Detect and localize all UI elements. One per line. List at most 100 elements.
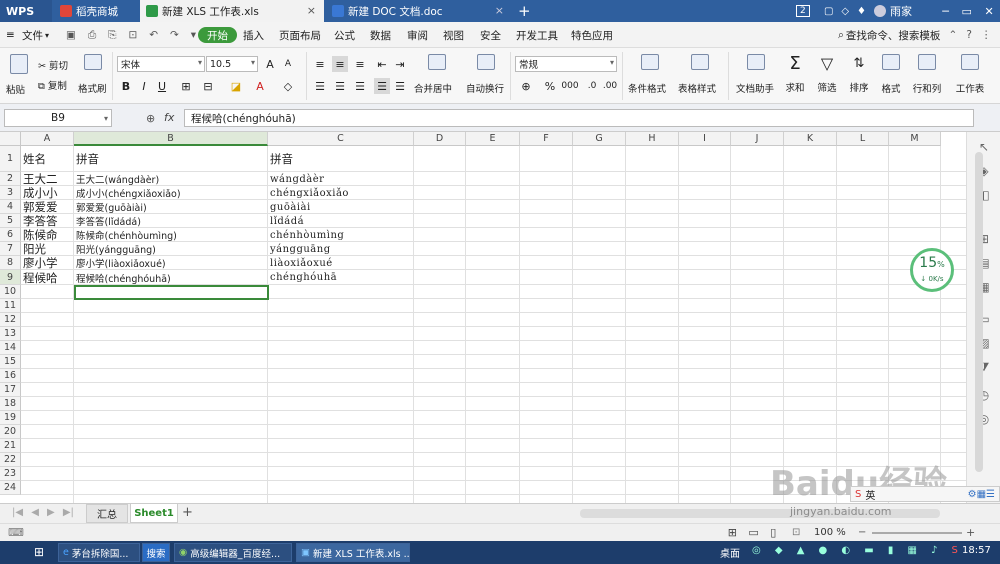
increase-font-icon[interactable]: A <box>262 56 278 72</box>
taskbar-browser[interactable]: e 茅台拆除国... <box>58 543 140 562</box>
tray-icon[interactable]: ▮ <box>888 545 894 556</box>
column-header-a[interactable]: A <box>21 132 74 146</box>
cut-button[interactable]: ✂ 剪切 <box>38 58 68 72</box>
desktop-toolbar[interactable]: 桌面 <box>720 545 740 560</box>
close-tab-icon[interactable]: × <box>495 4 504 17</box>
normal-view-icon[interactable]: ⊞ <box>728 526 737 539</box>
more-icon[interactable]: ⋮ <box>981 29 992 41</box>
row-header-4[interactable]: 4 <box>0 200 21 214</box>
tab-data[interactable]: 数据 <box>370 22 391 48</box>
row-header-5[interactable]: 5 <box>0 214 21 228</box>
clear-format-icon[interactable]: ◇ <box>280 78 296 94</box>
gift-icon[interactable]: ◇ <box>841 6 849 17</box>
thousands-icon[interactable]: 000 <box>561 78 578 94</box>
tab-xls-workbook[interactable]: 新建 XLS 工作表.xls × <box>140 0 324 22</box>
tray-icon[interactable]: S <box>952 545 958 556</box>
cell-c4[interactable]: guōàiài <box>270 200 311 214</box>
row-header-11[interactable]: 11 <box>0 299 21 313</box>
select-all-corner[interactable] <box>0 132 21 146</box>
currency-icon[interactable]: ⊕ <box>518 78 534 94</box>
tab-view[interactable]: 视图 <box>443 22 464 48</box>
insert-function-button[interactable]: fx <box>164 111 174 124</box>
command-search[interactable]: ⌕ 查找命令、搜索模板 <box>838 22 940 48</box>
menu-hamburger-icon[interactable]: ≡ <box>6 22 15 48</box>
cell-c8[interactable]: liàoxiǎoxué <box>270 256 333 270</box>
worksheet-button[interactable]: 工作表 <box>950 54 990 98</box>
merge-center-button[interactable]: 合并居中 <box>414 54 460 98</box>
customize-icon[interactable]: ▾ <box>191 29 196 41</box>
cell-b9[interactable]: 程候哈(chénghóuhā) <box>76 270 171 285</box>
cell-c6[interactable]: chénhòumìng <box>270 228 344 242</box>
spreadsheet-grid[interactable]: ABCDEFGHIJKLM 1 2 3 4 5 6 7 8 9 10 11 12 13 14 15 16 17 1… <box>0 132 966 503</box>
save-icon[interactable]: ▣ <box>66 29 76 41</box>
fill-color-icon[interactable]: ◪ <box>228 78 244 94</box>
row-header-21[interactable]: 21 <box>0 439 21 453</box>
cell-c9[interactable]: chénghóuhā <box>270 270 337 285</box>
cell-a3[interactable]: 成小小 <box>23 186 58 200</box>
number-format-select[interactable]: 常规 ▾ <box>515 56 617 72</box>
notification-badge[interactable]: 2 <box>796 0 810 22</box>
row-header-15[interactable]: 15 <box>0 355 21 369</box>
doc-helper-button[interactable]: 文档助手 <box>736 54 776 98</box>
tray-icon[interactable]: ◆ <box>775 545 783 556</box>
cell-a6[interactable]: 陈候命 <box>23 228 58 242</box>
tray-icon[interactable]: ● <box>819 545 828 556</box>
user-account[interactable]: 雨家 <box>874 0 912 22</box>
volume-icon[interactable]: ♪ <box>931 545 937 556</box>
tray-icon[interactable]: ▦ <box>907 545 916 556</box>
preview-icon[interactable]: ⊡ <box>129 29 138 41</box>
first-sheet-icon[interactable]: |◀ <box>12 507 23 518</box>
maximize-icon[interactable]: ▭ <box>961 5 971 18</box>
column-header-f[interactable]: F <box>520 132 573 146</box>
column-header-b[interactable]: B <box>74 132 268 146</box>
column-header-i[interactable]: I <box>679 132 731 146</box>
cell-a1[interactable]: 姓名 <box>23 146 46 172</box>
decrease-font-icon[interactable]: A <box>280 56 296 72</box>
shirt-icon[interactable]: ♦ <box>857 6 866 17</box>
tab-page-layout[interactable]: 页面布局 <box>279 22 321 48</box>
cell-a9[interactable]: 程候哈 <box>23 270 58 285</box>
row-header-24[interactable]: 24 <box>0 481 21 495</box>
cell-b3[interactable]: 成小小(chéngxiǎoxiǎo) <box>76 186 181 200</box>
row-header-10[interactable]: 10 <box>0 285 21 299</box>
align-top-icon[interactable]: ≡ <box>312 56 328 72</box>
row-header-7[interactable]: 7 <box>0 242 21 256</box>
taskbar-wps-sheet[interactable]: ▣ 新建 XLS 工作表.xls ... <box>296 543 410 562</box>
cell-b2[interactable]: 王大二(wángdàèr) <box>76 172 159 186</box>
cell-a7[interactable]: 阳光 <box>23 242 46 256</box>
align-left-icon[interactable]: ☰ <box>312 78 328 94</box>
column-header-g[interactable]: G <box>573 132 626 146</box>
row-header-3[interactable]: 3 <box>0 186 21 200</box>
tray-icon[interactable]: ▲ <box>797 545 805 556</box>
column-header-j[interactable]: J <box>731 132 784 146</box>
zoom-in-icon[interactable]: + <box>966 526 975 539</box>
column-header-k[interactable]: K <box>784 132 837 146</box>
network-speed-widget[interactable]: 15% ↓ 0K/s <box>910 248 954 292</box>
row-header-22[interactable]: 22 <box>0 453 21 467</box>
align-right-icon[interactable]: ☰ <box>352 78 368 94</box>
column-header-m[interactable]: M <box>889 132 941 146</box>
filter-button[interactable]: ▽ 筛选 <box>814 54 840 98</box>
merge-borders-icon[interactable]: ⊟ <box>200 78 216 94</box>
copy-button[interactable]: ⧉ 复制 <box>38 78 67 92</box>
tab-daoke-mall[interactable]: 稻壳商城 <box>54 0 140 22</box>
cell-b4[interactable]: 郭爱爱(guōàiài) <box>76 200 147 214</box>
clock[interactable]: 18:57 <box>962 545 991 556</box>
align-middle-icon[interactable]: ≡ <box>332 56 348 72</box>
font-color-icon[interactable]: A <box>252 78 268 94</box>
prev-sheet-icon[interactable]: ◀ <box>31 507 39 518</box>
next-sheet-icon[interactable]: ▶ <box>47 507 55 518</box>
format-button[interactable]: 格式 <box>878 54 904 98</box>
cell-c1[interactable]: 拼音 <box>270 146 293 172</box>
tray-icon[interactable]: ◎ <box>752 545 761 556</box>
tab-developer[interactable]: 开发工具 <box>516 22 558 48</box>
row-header-18[interactable]: 18 <box>0 397 21 411</box>
cell-c2[interactable]: wángdàèr <box>270 172 324 186</box>
column-header-c[interactable]: C <box>268 132 414 146</box>
tray-icon[interactable]: ◐ <box>841 545 850 556</box>
wrap-text-button[interactable]: 自动换行 <box>466 54 506 98</box>
font-name-select[interactable]: 宋体 ▾ <box>117 56 205 72</box>
cell-b8[interactable]: 廖小学(liàoxiǎoxué) <box>76 256 166 270</box>
help-icon[interactable]: ? <box>966 29 972 41</box>
row-header-17[interactable]: 17 <box>0 383 21 397</box>
